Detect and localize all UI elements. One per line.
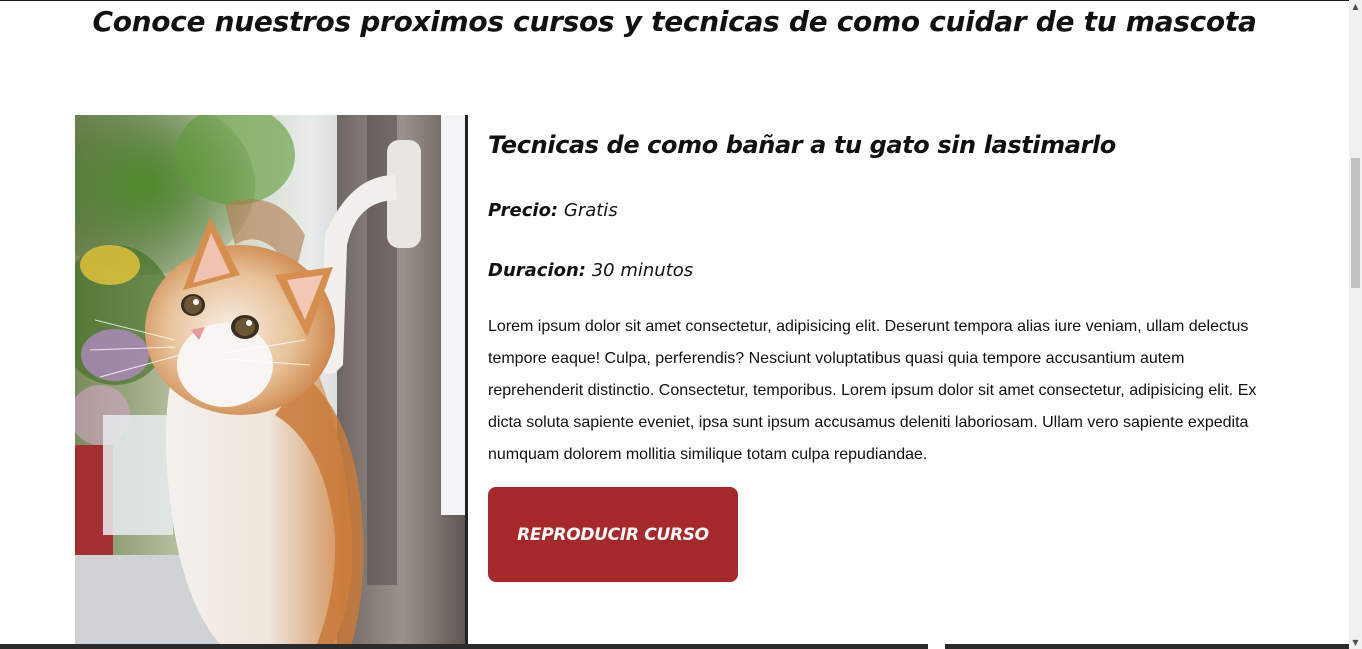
play-course-button[interactable]: REPRODUCIR CURSO [488, 487, 738, 582]
next-section-strip [945, 644, 1349, 649]
scroll-up-arrow-icon[interactable]: ▲ [1349, 0, 1362, 13]
next-section-strip [0, 644, 928, 649]
price-row: Precio: Gratis [488, 199, 618, 223]
page-title: Conoce nuestros proximos cursos y tecnic… [92, 5, 1257, 38]
duration-label: Duracion: [488, 260, 586, 281]
scroll-down-arrow-icon[interactable]: ▼ [1349, 636, 1362, 649]
top-divider [0, 0, 1349, 1]
price-value: Gratis [563, 200, 618, 221]
page: Conoce nuestros proximos cursos y tecnic… [0, 0, 1362, 649]
duration-value: 30 minutos [591, 260, 694, 281]
duration-row: Duracion: 30 minutos [488, 259, 693, 283]
price-label: Precio: [488, 200, 559, 221]
course-description: Lorem ipsum dolor sit amet consectetur, … [488, 318, 1257, 463]
vertical-scrollbar[interactable]: ▲ ▼ [1349, 0, 1362, 649]
course-title: Tecnicas de como bañar a tu gato sin las… [488, 131, 1116, 159]
course-info: Tecnicas de como bañar a tu gato sin las… [488, 120, 1263, 463]
course-image [75, 115, 468, 649]
scrollbar-thumb[interactable] [1351, 158, 1360, 288]
